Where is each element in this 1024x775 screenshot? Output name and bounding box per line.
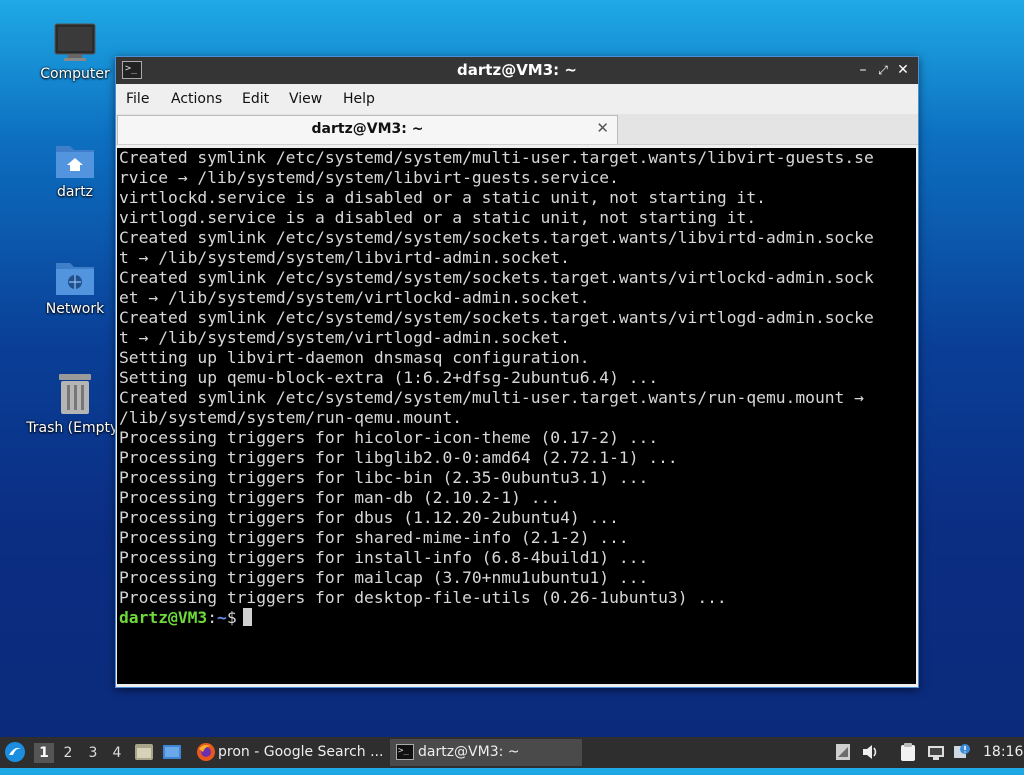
task-label: dartz@VM3: ~: [418, 744, 520, 760]
tab-bar: dartz@VM3: ~ ✕: [116, 114, 918, 145]
network-wired-icon: [928, 746, 944, 760]
maximize-button[interactable]: ⤢: [873, 60, 893, 80]
network-indicator[interactable]: [927, 737, 947, 768]
terminal-output[interactable]: Created symlink /etc/systemd/system/mult…: [117, 148, 916, 684]
prompt-line[interactable]: dartz@VM3:~$: [119, 608, 874, 628]
task-firefox[interactable]: pron - Google Search ...: [192, 739, 384, 766]
terminal-line: Created symlink /etc/systemd/system/sock…: [119, 228, 874, 247]
terminal-line: /lib/systemd/system/run-qemu.mount.: [119, 408, 463, 427]
close-button[interactable]: ✕: [893, 60, 913, 80]
show-desktop-launcher[interactable]: [162, 737, 184, 768]
terminal-line: Processing triggers for dbus (1.12.20-2u…: [119, 508, 619, 527]
clock[interactable]: 18:16: [983, 737, 1023, 768]
terminal-line: et → /lib/systemd/system/virtlockd-admin…: [119, 288, 590, 307]
workspace-2[interactable]: 2: [58, 743, 78, 763]
minimize-button[interactable]: –: [853, 60, 873, 80]
desktop-icon-trash[interactable]: Trash (Empty): [25, 372, 125, 436]
terminal-line: Processing triggers for hicolor-icon-the…: [119, 428, 659, 447]
desktop-icon-network[interactable]: Network: [25, 257, 125, 317]
prompt-user: dartz@VM3: [119, 608, 208, 627]
tab-label: dartz@VM3: ~: [311, 121, 424, 137]
terminal-icon: >_: [396, 744, 414, 760]
terminal-line: Created symlink /etc/systemd/system/mult…: [119, 388, 864, 407]
taskbar: 1 2 3 4 pron - Google Search ... >_ dart…: [0, 737, 1024, 768]
clipboard-indicator[interactable]: [900, 737, 920, 768]
brightness-icon: [836, 744, 850, 760]
workspace-3[interactable]: 3: [83, 743, 103, 763]
menu-file[interactable]: File: [126, 91, 149, 107]
terminal-line: Created symlink /etc/systemd/system/mult…: [119, 148, 874, 167]
updates-indicator[interactable]: [953, 737, 973, 768]
terminal-line: Processing triggers for man-db (2.10.2-1…: [119, 488, 561, 507]
menu-actions[interactable]: Actions: [171, 91, 222, 107]
update-notifier-icon: [954, 744, 970, 758]
desktop-icon-label: dartz: [56, 184, 94, 200]
desktop-icon-computer[interactable]: Computer: [25, 22, 125, 82]
terminal-line: Processing triggers for libc-bin (2.35-0…: [119, 468, 649, 487]
file-manager-launcher[interactable]: [134, 737, 156, 768]
lubuntu-logo-icon: [5, 742, 25, 762]
volume-control[interactable]: [862, 737, 882, 768]
terminal-line: Created symlink /etc/systemd/system/sock…: [119, 308, 874, 327]
desktop-icon: [163, 745, 181, 759]
clipboard-icon: [901, 743, 915, 761]
menu-edit[interactable]: Edit: [242, 91, 269, 107]
terminal-line: Processing triggers for libglib2.0-0:amd…: [119, 448, 678, 467]
trash-icon: [54, 372, 96, 416]
network-folder-icon: [54, 257, 96, 297]
terminal-line: virtlogd.service is a disabled or a stat…: [119, 208, 757, 227]
start-menu-button[interactable]: [4, 737, 30, 768]
terminal-lines: Created symlink /etc/systemd/system/mult…: [119, 148, 874, 628]
terminal-line: t → /lib/systemd/system/libvirtd-admin.s…: [119, 248, 570, 267]
desktop-icon-label: Trash (Empty): [26, 420, 124, 436]
terminal-line: t → /lib/systemd/system/virtlogd-admin.s…: [119, 328, 570, 347]
prompt-path: ~: [217, 608, 227, 627]
firefox-icon: [197, 743, 215, 761]
terminal-line: Setting up qemu-block-extra (1:6.2+dfsg-…: [119, 368, 659, 387]
terminal-line: Created symlink /etc/systemd/system/sock…: [119, 268, 874, 287]
text-cursor: [242, 608, 252, 626]
desktop-icon-home[interactable]: dartz: [25, 140, 125, 200]
task-label: pron - Google Search ...: [218, 744, 384, 760]
menu-help[interactable]: Help: [343, 91, 375, 107]
prompt-symbol: $: [226, 608, 237, 627]
menubar: File Actions Edit View Help: [116, 85, 918, 113]
workspace-4[interactable]: 4: [107, 743, 127, 763]
terminal-line: Processing triggers for mailcap (3.70+nm…: [119, 568, 649, 587]
task-terminal[interactable]: >_ dartz@VM3: ~: [390, 739, 582, 766]
tab-terminal[interactable]: dartz@VM3: ~ ✕: [117, 115, 618, 144]
terminal-line: Setting up libvirt-daemon dnsmasq config…: [119, 348, 590, 367]
terminal-line: Processing triggers for shared-mime-info…: [119, 528, 629, 547]
workspace-1[interactable]: 1: [34, 743, 54, 763]
window-title: dartz@VM3: ~: [457, 61, 577, 79]
terminal-window: >_ dartz@VM3: ~ – ⤢ ✕ File Actions Edit …: [115, 56, 919, 688]
home-folder-icon: [54, 140, 96, 180]
volume-icon: [863, 745, 877, 759]
brightness-indicator[interactable]: [836, 737, 852, 768]
desktop-icon-label: Network: [45, 301, 105, 317]
terminal-line: virtlockd.service is a disabled or a sta…: [119, 188, 766, 207]
terminal-line: Processing triggers for desktop-file-uti…: [119, 588, 727, 607]
menu-view[interactable]: View: [289, 91, 322, 107]
file-manager-icon: [135, 744, 153, 760]
window-titlebar[interactable]: >_ dartz@VM3: ~ – ⤢ ✕: [116, 57, 918, 84]
desktop-icon-label: Computer: [40, 66, 110, 82]
terminal-line: rvice → /lib/systemd/system/libvirt-gues…: [119, 168, 619, 187]
tab-close-icon[interactable]: ✕: [596, 119, 609, 137]
computer-icon: [54, 22, 96, 62]
prompt-sep: :: [207, 608, 218, 627]
terminal-line: Processing triggers for install-info (6.…: [119, 548, 649, 567]
